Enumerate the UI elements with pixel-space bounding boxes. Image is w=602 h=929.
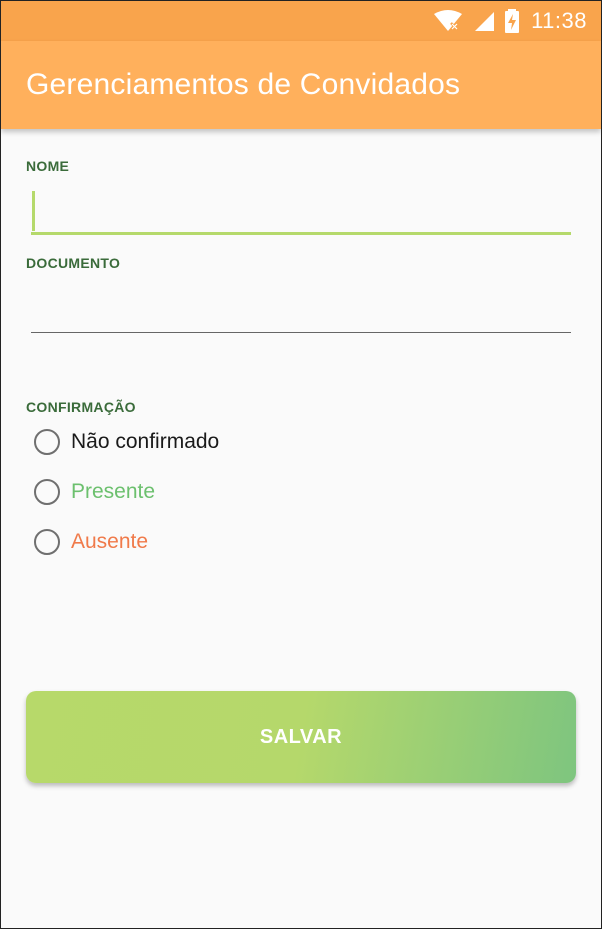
radio-label-not-confirmed: Não confirmado xyxy=(71,430,220,453)
cell-signal-icon xyxy=(473,10,495,32)
radio-present[interactable]: Presente xyxy=(34,475,155,509)
document-field-wrapper xyxy=(31,289,571,333)
name-field-wrapper xyxy=(31,191,571,235)
status-bar: 11:38 xyxy=(1,1,601,41)
radio-circle-icon[interactable] xyxy=(34,479,60,505)
clock: 11:38 xyxy=(531,8,587,33)
page-title: Gerenciamentos de Convidados xyxy=(26,68,461,101)
radio-not-confirmed[interactable]: Não confirmado xyxy=(34,425,219,459)
text-cursor xyxy=(32,191,35,231)
name-label: NOME xyxy=(26,158,70,174)
radio-label-absent: Ausente xyxy=(71,530,149,553)
battery-charging-icon xyxy=(505,9,520,33)
app-screen: 11:38 Gerenciamentos de Convidados NOME … xyxy=(0,0,602,929)
radio-circle-icon[interactable] xyxy=(34,529,60,555)
confirmation-label: CONFIRMAÇÃO xyxy=(26,399,136,415)
radio-absent[interactable]: Ausente xyxy=(34,525,148,559)
app-bar: Gerenciamentos de Convidados xyxy=(1,41,601,129)
name-field[interactable] xyxy=(31,191,571,232)
save-button[interactable]: SALVAR xyxy=(26,691,576,783)
document-field[interactable] xyxy=(31,289,571,332)
radio-label-present: Presente xyxy=(71,480,156,503)
document-label: DOCUMENTO xyxy=(26,255,121,271)
radio-circle-icon[interactable] xyxy=(34,429,60,455)
wifi-off-icon xyxy=(433,10,463,32)
